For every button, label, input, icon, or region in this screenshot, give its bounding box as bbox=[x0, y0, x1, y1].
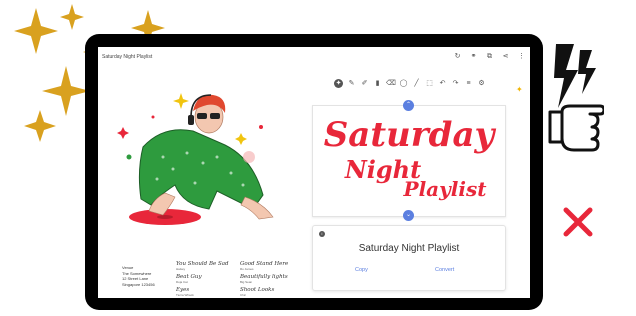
redo-icon[interactable]: ↷ bbox=[451, 79, 460, 88]
eraser-icon[interactable]: ⌫ bbox=[386, 79, 396, 88]
info-icon[interactable]: i bbox=[319, 231, 325, 237]
track-artist: Halsey bbox=[176, 267, 186, 271]
resize-handle-top[interactable]: ⌃ bbox=[403, 100, 414, 111]
resize-handle-bottom[interactable]: ⌄ bbox=[403, 210, 414, 221]
line-icon[interactable]: ╱ bbox=[412, 79, 421, 88]
shape-icon[interactable]: ◯ bbox=[399, 79, 408, 88]
track-item: Shoot Looks Chic bbox=[240, 287, 302, 297]
track-artist: Chic bbox=[240, 293, 247, 297]
convert-button[interactable]: Convert bbox=[435, 267, 454, 273]
recognition-result-card: i Saturday Night Playlist Copy Convert bbox=[312, 225, 506, 291]
track-title: You Should Be Sad bbox=[176, 261, 229, 267]
handwriting-canvas[interactable]: Saturday Night Playlist ⌃ ⌄ bbox=[312, 100, 506, 221]
recognized-text: Saturday Night Playlist bbox=[358, 243, 460, 254]
track-item: Beautifully lights Big Sean bbox=[240, 274, 302, 284]
red-x-icon bbox=[563, 207, 593, 237]
copy-button[interactable]: Copy bbox=[355, 267, 368, 273]
poster-pane: Venue The Somewhere 12 Street Lane Singa… bbox=[98, 69, 303, 298]
lettering-line3: Playlist bbox=[403, 177, 488, 201]
highlighter-icon[interactable]: ▮ bbox=[373, 79, 382, 88]
select-icon[interactable]: ⬚ bbox=[425, 79, 434, 88]
track-item: Eyes Tierra Whack bbox=[176, 287, 238, 297]
address-line: Singapore 123456 bbox=[122, 281, 155, 287]
window-actions: ↻ ⚭ ⧉ ⋖ ⋮ bbox=[453, 52, 526, 61]
link-icon[interactable]: ⚭ bbox=[469, 52, 478, 61]
track-artist: Ro James bbox=[240, 267, 254, 271]
ai-icon[interactable]: ✦ bbox=[334, 79, 343, 88]
dj-illustration bbox=[117, 93, 274, 225]
drawing-toolbar: ✦ ✎ ✐ ▮ ⌫ ◯ ╱ ⬚ ↶ ↷ ≡ ⚙ bbox=[334, 79, 486, 88]
handwritten-lettering: Saturday Night Playlist bbox=[324, 115, 497, 201]
window-topbar: Saturday Night Playlist ↻ ⚭ ⧉ ⋖ ⋮ bbox=[98, 47, 530, 69]
window-title: Saturday Night Playlist bbox=[102, 54, 153, 60]
layers-icon[interactable]: ≡ bbox=[464, 79, 473, 88]
track-artist: Doja Cat bbox=[176, 280, 188, 284]
pointing-hand-icon bbox=[548, 104, 604, 152]
more-icon[interactable]: ⋮ bbox=[517, 52, 526, 61]
share-icon[interactable]: ⋖ bbox=[501, 52, 510, 61]
lettering-line1: Saturday bbox=[324, 115, 497, 155]
settings-icon[interactable]: ⚙ bbox=[477, 79, 486, 88]
track-item: Beat Guy Doja Cat bbox=[176, 274, 238, 284]
track-artist: Big Sean bbox=[240, 280, 253, 284]
track-artist: Tierra Whack bbox=[176, 293, 194, 297]
track-list: You Should Be Sad Halsey Good Stand Here… bbox=[176, 261, 302, 297]
track-item: You Should Be Sad Halsey bbox=[176, 261, 238, 271]
marker-icon[interactable]: ✐ bbox=[360, 79, 369, 88]
venue-address: Venue The Somewhere 12 Street Lane Singa… bbox=[122, 265, 155, 287]
star-icon: ✦ bbox=[516, 85, 523, 94]
pen-icon[interactable]: ✎ bbox=[347, 79, 356, 88]
undo-icon[interactable]: ↶ bbox=[438, 79, 447, 88]
copy-icon[interactable]: ⧉ bbox=[485, 52, 494, 61]
app-screen: Saturday Night Playlist ↻ ⚭ ⧉ ⋖ ⋮ Venue … bbox=[98, 47, 530, 298]
track-item: Good Stand Here Ro James bbox=[240, 261, 302, 271]
refresh-icon[interactable]: ↻ bbox=[453, 52, 462, 61]
